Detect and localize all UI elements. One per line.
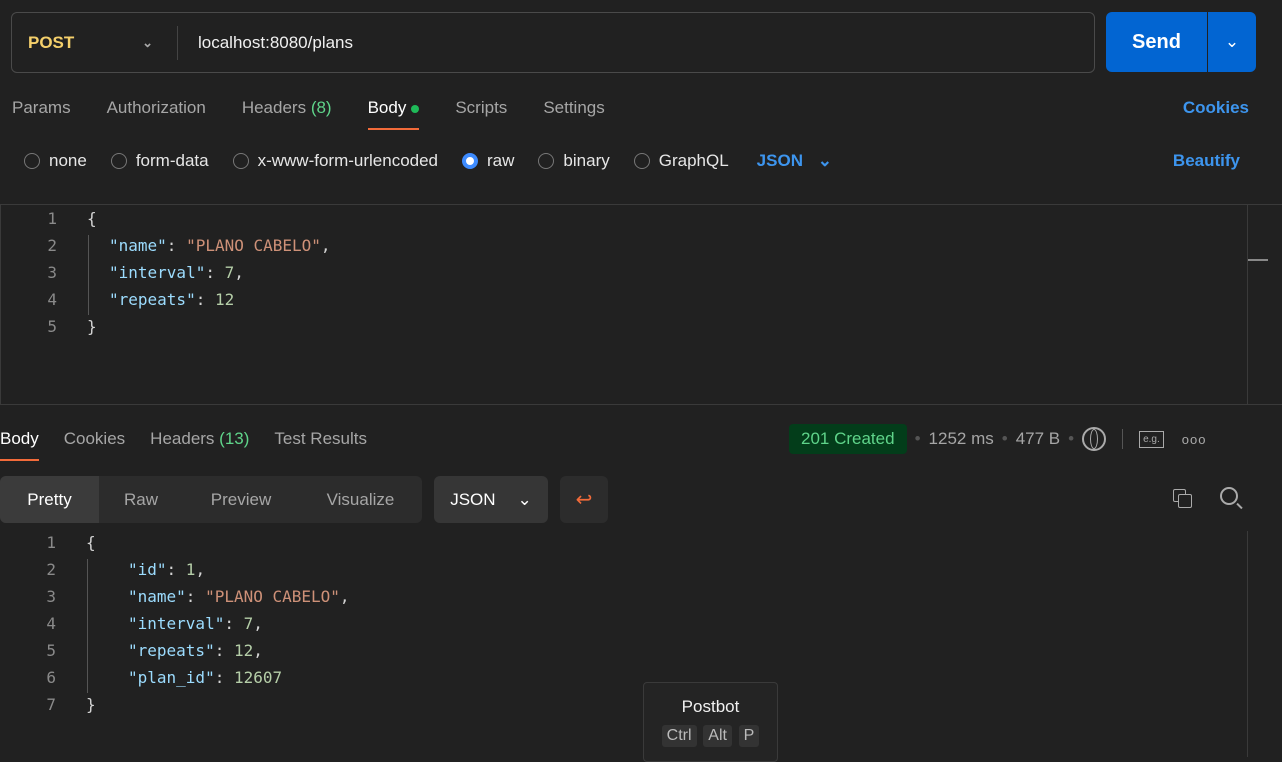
tab-test-results[interactable]: Test Results — [274, 429, 367, 461]
radio-circle — [633, 153, 650, 169]
response-size[interactable]: 477 B — [1016, 429, 1060, 449]
request-body-editor[interactable]: 1 2 3 4 5 { "name": "PLANO CABELO", "int… — [0, 204, 1282, 405]
radio-circle — [538, 153, 555, 169]
request-tabs: Params Authorization Headers (8) Body Sc… — [12, 98, 605, 130]
indent-guide — [87, 559, 88, 693]
chevron-down-icon: ⌄ — [142, 34, 153, 50]
status-badge[interactable]: 201 Created — [789, 424, 907, 454]
response-body-viewer[interactable]: 1 2 3 4 5 6 7 { "id": 1, "name": "PLANO … — [0, 531, 1282, 757]
radio-none[interactable]: none — [24, 151, 87, 171]
tab-params[interactable]: Params — [12, 98, 71, 130]
kbd-p: P — [738, 725, 760, 747]
kbd-alt: Alt — [703, 725, 732, 747]
tab-response-cookies[interactable]: Cookies — [64, 429, 125, 461]
response-format-select[interactable]: JSON ⌄ — [434, 476, 548, 523]
radio-urlencoded[interactable]: x-www-form-urlencoded — [232, 151, 438, 171]
scrollbar-track[interactable] — [1247, 531, 1248, 757]
radio-form-data[interactable]: form-data — [110, 151, 209, 171]
radio-binary[interactable]: binary — [538, 151, 610, 171]
radio-circle — [24, 153, 40, 169]
method-select[interactable]: POST ⌄ — [12, 25, 178, 60]
scrollbar-track[interactable] — [1247, 205, 1248, 405]
send-button[interactable]: Send — [1106, 12, 1207, 72]
tab-settings[interactable]: Settings — [543, 98, 604, 130]
indent-guide — [88, 235, 89, 315]
view-pretty[interactable]: Pretty — [0, 476, 99, 523]
globe-icon[interactable] — [1082, 427, 1107, 451]
view-mode-selector: Pretty Raw Preview Visualize — [0, 476, 422, 523]
url-input[interactable]: localhost:8080/plans — [178, 33, 353, 53]
radio-graphql[interactable]: GraphQL — [633, 151, 729, 171]
body-type-options: none form-data x-www-form-urlencoded raw… — [24, 151, 832, 171]
view-preview[interactable]: Preview — [183, 476, 299, 523]
more-options-icon[interactable]: ooo — [1182, 432, 1207, 447]
postbot-title: Postbot — [681, 697, 740, 716]
view-visualize[interactable]: Visualize — [299, 476, 422, 523]
tab-response-headers[interactable]: Headers (13) — [150, 429, 249, 461]
divider — [1122, 429, 1124, 449]
response-time[interactable]: 1252 ms — [929, 429, 994, 449]
wrap-lines-icon[interactable]: ↩ — [560, 476, 608, 523]
example-icon[interactable]: e.g. — [1139, 430, 1164, 448]
radio-circle — [462, 153, 479, 169]
radio-circle — [110, 153, 127, 169]
radio-circle — [232, 153, 249, 169]
response-meta: 201 Created • 1252 ms • 477 B • e.g. ooo — [789, 424, 1206, 454]
tab-authorization[interactable]: Authorization — [107, 98, 206, 130]
kbd-ctrl: Ctrl — [661, 725, 697, 747]
view-raw[interactable]: Raw — [99, 476, 183, 523]
chevron-down-icon: ⌄ — [517, 489, 532, 509]
scrollbar-thumb[interactable] — [1248, 259, 1268, 261]
request-url-bar: POST ⌄ localhost:8080/plans — [11, 12, 1095, 73]
modified-dot-icon — [411, 104, 420, 113]
tab-scripts[interactable]: Scripts — [455, 98, 507, 130]
chevron-down-icon: ⌄ — [1224, 32, 1240, 51]
beautify-link[interactable]: Beautify — [1173, 151, 1240, 171]
send-options-button[interactable]: ⌄ — [1208, 12, 1256, 72]
search-icon[interactable] — [1220, 487, 1244, 511]
tab-headers[interactable]: Headers (8) — [242, 98, 332, 130]
cookies-link[interactable]: Cookies — [1183, 98, 1249, 118]
tab-response-body[interactable]: Body — [0, 429, 39, 461]
postbot-popup[interactable]: Postbot Ctrl Alt P — [643, 682, 778, 762]
chevron-down-icon: ⌄ — [817, 151, 832, 170]
body-format-select[interactable]: JSON ⌄ — [757, 151, 832, 171]
radio-raw[interactable]: raw — [462, 151, 514, 171]
copy-icon[interactable] — [1173, 489, 1193, 509]
response-tabs: Body Cookies Headers (13) Test Results — [0, 429, 367, 461]
tab-body[interactable]: Body — [367, 98, 420, 130]
